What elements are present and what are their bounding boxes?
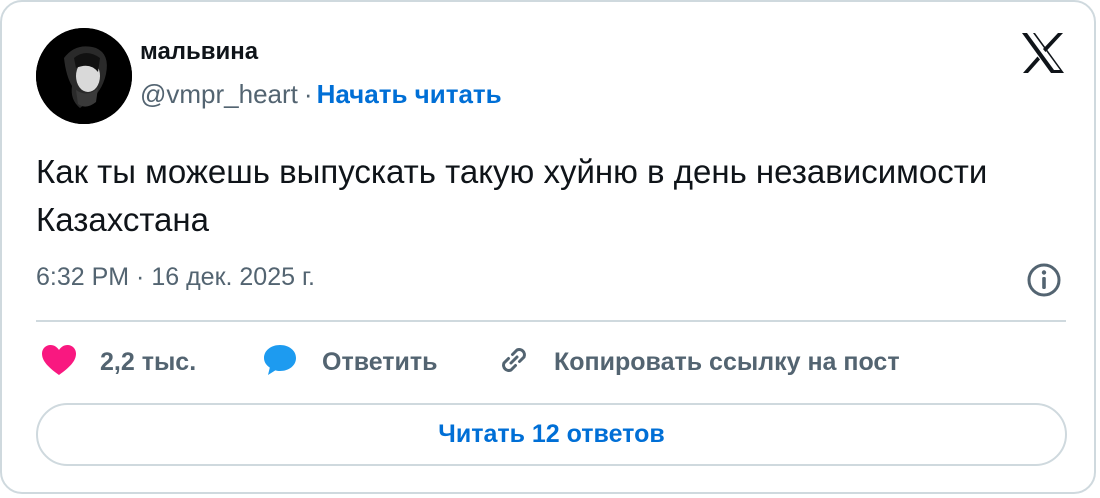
reply-label: Ответить	[322, 347, 438, 376]
info-icon[interactable]	[1026, 262, 1062, 298]
author-handle-row: @vmpr_heart · Начать читать	[140, 79, 502, 110]
tweet-text: Как ты можешь выпускать такую хуйню в де…	[36, 153, 988, 238]
read-replies-button[interactable]: Читать 12 ответов	[36, 403, 1067, 466]
like-button[interactable]: 2,2 тыс.	[40, 342, 196, 382]
divider	[36, 320, 1066, 322]
copy-link-button[interactable]: Копировать ссылку на пост	[496, 342, 900, 382]
link-icon	[496, 342, 532, 383]
author-display-name[interactable]: мальвина	[140, 38, 258, 66]
reply-button[interactable]: Ответить	[262, 342, 438, 382]
separator-dot: ·	[303, 79, 313, 109]
tweet-embed-card: мальвина @vmpr_heart · Начать читать Как т…	[0, 0, 1096, 494]
avatar[interactable]	[36, 28, 132, 124]
x-logo-icon[interactable]	[1020, 32, 1066, 74]
heart-icon	[40, 343, 78, 382]
like-count: 2,2 тыс.	[100, 347, 197, 376]
author-handle[interactable]: @vmpr_heart	[140, 79, 298, 109]
follow-link[interactable]: Начать читать	[317, 79, 502, 109]
copy-link-label: Копировать ссылку на пост	[554, 347, 900, 376]
tweet-timestamp[interactable]: 6:32 PM · 16 дек. 2025 г.	[36, 263, 315, 292]
speech-bubble-icon	[262, 342, 298, 383]
